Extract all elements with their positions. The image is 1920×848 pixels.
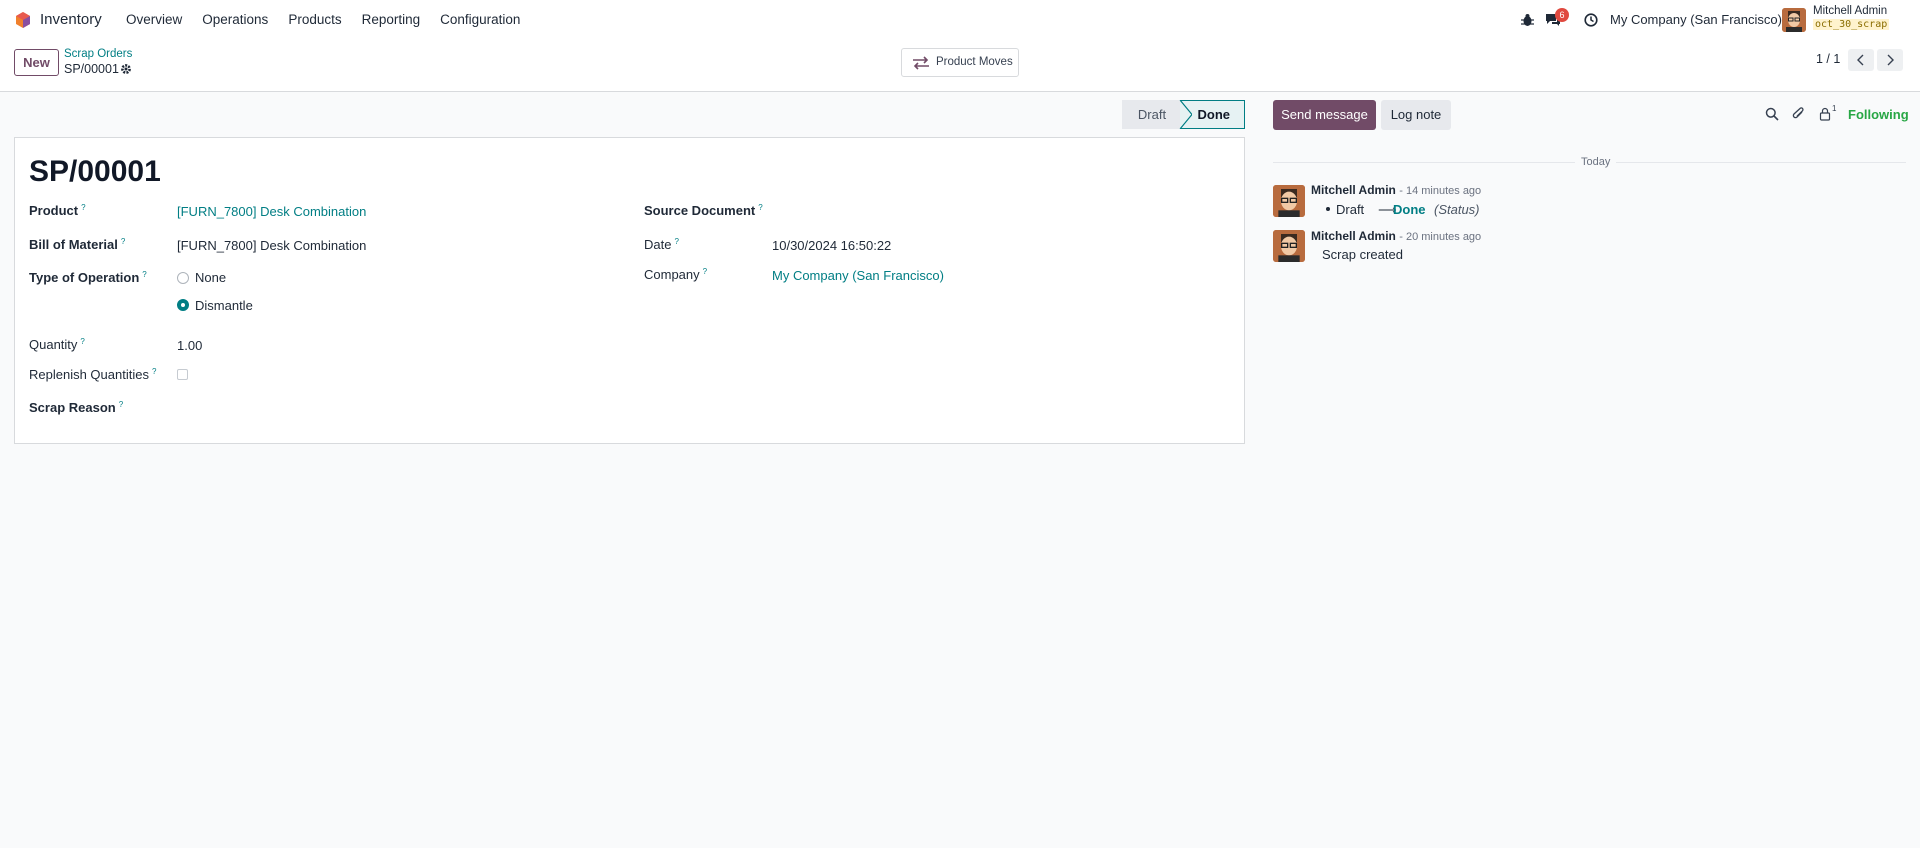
bill-of-material-label: Bill of Material? <box>29 237 126 252</box>
radio-dismantle[interactable] <box>177 299 189 311</box>
message-avatar[interactable] <box>1273 185 1305 217</box>
source-document-label: Source Document? <box>644 203 763 218</box>
type-of-operation-label: Type of Operation? <box>29 270 147 285</box>
followers-count: 1 <box>1832 104 1837 113</box>
messages-badge: 6 <box>1555 8 1569 22</box>
send-message-button[interactable]: Send message <box>1273 100 1376 130</box>
day-label: Today <box>1575 156 1617 168</box>
top-navbar: Inventory Overview Operations Products R… <box>0 0 1920 40</box>
main-menu: Overview Operations Products Reporting C… <box>126 12 540 27</box>
quantity-field[interactable]: 1.00 <box>177 338 202 353</box>
gear-icon[interactable] <box>120 63 132 75</box>
log-note-button[interactable]: Log note <box>1381 100 1451 130</box>
replenish-quantities-checkbox[interactable] <box>177 369 188 380</box>
new-button[interactable]: New <box>14 49 59 76</box>
chevron-left-icon <box>1857 54 1864 66</box>
company-label: Company? <box>644 267 708 282</box>
radio-dismantle-label[interactable]: Dismantle <box>195 298 253 313</box>
bug-icon[interactable] <box>1521 13 1534 27</box>
tracking-old-value: Draft <box>1336 202 1365 217</box>
product-moves-button[interactable]: Product Moves <box>901 48 1019 77</box>
menu-item-operations[interactable]: Operations <box>202 12 268 27</box>
user-avatar[interactable] <box>1782 8 1806 32</box>
replenish-quantities-label: Replenish Quantities? <box>29 367 157 382</box>
control-panel: New Scrap Orders SP/00001 Product Moves … <box>0 40 1920 92</box>
menu-item-reporting[interactable]: Reporting <box>362 12 421 27</box>
user-name[interactable]: Mitchell Admin <box>1813 5 1887 17</box>
scrap-reason-label: Scrap Reason? <box>29 400 124 415</box>
app-name[interactable]: Inventory <box>40 11 102 28</box>
radio-none-label[interactable]: None <box>195 270 226 285</box>
menu-item-overview[interactable]: Overview <box>126 12 182 27</box>
clock-icon[interactable] <box>1584 13 1598 27</box>
search-icon[interactable] <box>1765 107 1779 121</box>
menu-item-configuration[interactable]: Configuration <box>440 12 520 27</box>
tracking-new-value: Done <box>1393 202 1426 217</box>
message-time: - 14 minutes ago <box>1399 185 1482 197</box>
chevron-right-icon <box>1887 54 1894 66</box>
message-time: - 20 minutes ago <box>1399 231 1482 243</box>
status-arrow <box>1178 100 1192 129</box>
record-title: SP/00001 <box>29 155 161 188</box>
message-author[interactable]: Mitchell Admin - 14 minutes ago <box>1311 183 1481 197</box>
product-label: Product? <box>29 203 86 218</box>
database-name: oct_30_scrap <box>1813 19 1890 30</box>
tracking-field-name: (Status) <box>1434 202 1480 217</box>
product-field[interactable]: [FURN_7800] Desk Combination <box>177 204 366 219</box>
pager-previous-button[interactable] <box>1848 49 1874 71</box>
date-field[interactable]: 10/30/2024 16:50:22 <box>772 238 891 253</box>
message-body: Scrap created <box>1322 247 1403 262</box>
breadcrumb-scrap-orders[interactable]: Scrap Orders <box>64 48 132 60</box>
lock-icon[interactable] <box>1819 107 1831 121</box>
form-sheet <box>14 137 1245 444</box>
date-label: Date? <box>644 237 679 252</box>
breadcrumb-current: SP/00001 <box>64 62 119 76</box>
radio-none[interactable] <box>177 272 189 284</box>
pager-next-button[interactable] <box>1877 49 1903 71</box>
quantity-label: Quantity? <box>29 337 85 352</box>
bill-of-material-field[interactable]: [FURN_7800] Desk Combination <box>177 238 366 253</box>
pager-value[interactable]: 1 / 1 <box>1816 52 1840 66</box>
inventory-logo-icon[interactable] <box>15 12 31 28</box>
transfer-icon <box>913 56 929 70</box>
menu-item-products[interactable]: Products <box>288 12 341 27</box>
status-draft[interactable]: Draft <box>1122 100 1182 129</box>
paperclip-icon[interactable] <box>1792 107 1806 121</box>
message-avatar[interactable] <box>1273 230 1305 262</box>
message-author[interactable]: Mitchell Admin - 20 minutes ago <box>1311 229 1481 243</box>
company-field[interactable]: My Company (San Francisco) <box>772 268 944 283</box>
company-switcher[interactable]: My Company (San Francisco) <box>1610 12 1782 27</box>
list-bullet <box>1326 207 1330 211</box>
following-button[interactable]: Following <box>1848 107 1909 122</box>
product-moves-label: Product Moves <box>936 56 1013 68</box>
